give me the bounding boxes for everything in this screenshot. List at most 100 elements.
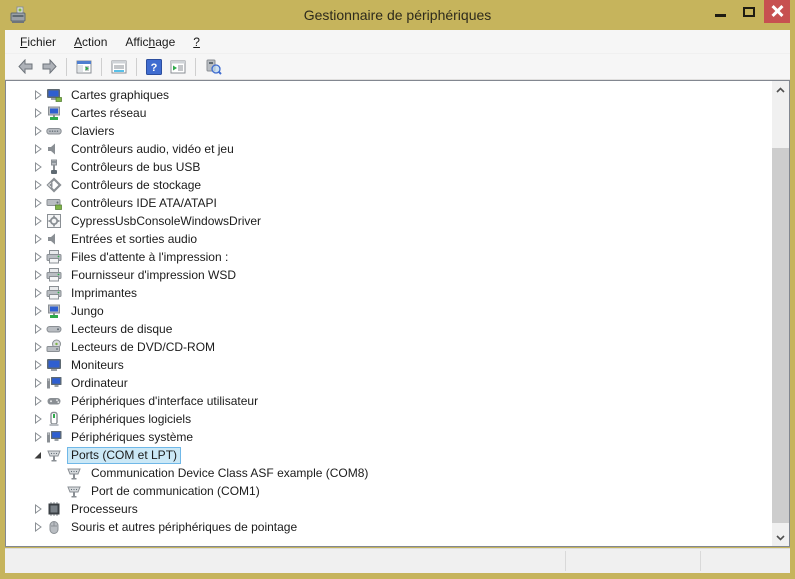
tree-item-label: Ports (COM et LPT) — [67, 447, 181, 464]
scrollbar-thumb[interactable] — [772, 148, 789, 523]
expander-icon[interactable] — [30, 447, 46, 463]
back-button[interactable] — [13, 56, 37, 78]
tree-item-cypressusbconsolewindowsdriver[interactable]: CypressUsbConsoleWindowsDriver — [6, 212, 772, 230]
toolbar-separator — [195, 58, 196, 76]
display-adapter-icon — [46, 87, 62, 103]
tree-item-controleurs-audio-video-et-jeu[interactable]: Contrôleurs audio, vidéo et jeu — [6, 140, 772, 158]
expander-icon[interactable] — [30, 501, 46, 517]
tree-item-peripheriques-systeme[interactable]: Périphériques système — [6, 428, 772, 446]
processor-icon — [46, 501, 62, 517]
tree-item-processeurs[interactable]: Processeurs — [6, 500, 772, 518]
serial-port-icon — [66, 483, 82, 499]
menu-item-affichage[interactable]: Affichage — [116, 32, 184, 52]
tree-item-label: Cartes graphiques — [67, 87, 173, 104]
expander-icon[interactable] — [30, 285, 46, 301]
vertical-scrollbar[interactable] — [772, 81, 789, 546]
window-title: Gestionnaire de périphériques — [0, 0, 795, 30]
expander-icon[interactable] — [30, 231, 46, 247]
tree-item-port-de-communication-com1[interactable]: Port de communication (COM1) — [6, 482, 772, 500]
arrow-left-icon — [17, 59, 34, 74]
menu-item-fichier[interactable]: Fichier — [11, 32, 65, 52]
tree-item-label: Périphériques système — [67, 429, 197, 446]
forward-button[interactable] — [37, 56, 61, 78]
close-icon — [771, 5, 783, 17]
expander-icon[interactable] — [30, 159, 46, 175]
minimize-button[interactable] — [706, 0, 735, 23]
tree-item-lecteurs-de-dvd-cd-rom[interactable]: Lecteurs de DVD/CD-ROM — [6, 338, 772, 356]
console-tree-icon — [76, 59, 92, 75]
expander-icon[interactable] — [30, 141, 46, 157]
expander-icon[interactable] — [30, 87, 46, 103]
expander-icon[interactable] — [30, 339, 46, 355]
tree-item-label: Port de communication (COM1) — [87, 483, 264, 500]
properties-button[interactable] — [107, 56, 131, 78]
tree-item-label: CypressUsbConsoleWindowsDriver — [67, 213, 265, 230]
tree-item-label: Contrôleurs de stockage — [67, 177, 205, 194]
toolbar-separator — [66, 58, 67, 76]
tree-item-cartes-reseau[interactable]: Cartes réseau — [6, 104, 772, 122]
expander-icon[interactable] — [30, 375, 46, 391]
tree-item-fournisseur-d-impression-wsd[interactable]: Fournisseur d'impression WSD — [6, 266, 772, 284]
expander-icon[interactable] — [30, 249, 46, 265]
hid-icon — [46, 393, 62, 409]
expander-icon[interactable] — [30, 357, 46, 373]
printer-icon — [46, 249, 62, 265]
tree-item-cartes-graphiques[interactable]: Cartes graphiques — [6, 86, 772, 104]
tree-item-label: Moniteurs — [67, 357, 128, 374]
expander-icon[interactable] — [30, 123, 46, 139]
tree-item-ordinateur[interactable]: Ordinateur — [6, 374, 772, 392]
expander-icon[interactable] — [30, 321, 46, 337]
help-button[interactable]: ? — [142, 56, 166, 78]
expander-icon[interactable] — [30, 429, 46, 445]
serial-port-icon — [66, 465, 82, 481]
tree-item-files-d-attente-a-l-impression[interactable]: Files d'attente à l'impression : — [6, 248, 772, 266]
tree-item-communication-device-class-asf-example-com8[interactable]: Communication Device Class ASF example (… — [6, 464, 772, 482]
tree-item-label: Cartes réseau — [67, 105, 150, 122]
tree-item-claviers[interactable]: Claviers — [6, 122, 772, 140]
storage-controller-icon — [46, 177, 62, 193]
tree-item-label: Contrôleurs audio, vidéo et jeu — [67, 141, 238, 158]
scroll-down-icon[interactable] — [772, 529, 789, 546]
statusbar-separator — [565, 551, 566, 571]
tree-item-ports-com-et-lpt[interactable]: Ports (COM et LPT) — [6, 446, 772, 464]
menu-item-help[interactable]: ? — [184, 32, 209, 52]
tree-item-label: Jungo — [67, 303, 108, 320]
maximize-icon — [743, 7, 755, 17]
mouse-icon — [46, 519, 62, 535]
scan-hardware-changes-button[interactable] — [201, 56, 225, 78]
tree-item-label: Souris et autres périphériques de pointa… — [67, 519, 301, 536]
tree-item-controleurs-de-bus-usb[interactable]: Contrôleurs de bus USB — [6, 158, 772, 176]
expander-icon[interactable] — [30, 105, 46, 121]
tree-item-souris-et-autres-peripheriques-de-pointage[interactable]: Souris et autres périphériques de pointa… — [6, 518, 772, 536]
tree-item-peripheriques-logiciels[interactable]: Périphériques logiciels — [6, 410, 772, 428]
maximize-button[interactable] — [735, 0, 764, 23]
expander-icon[interactable] — [30, 519, 46, 535]
tree-item-moniteurs[interactable]: Moniteurs — [6, 356, 772, 374]
menu-item-action[interactable]: Action — [65, 32, 116, 52]
tree-item-label: Files d'attente à l'impression : — [67, 249, 232, 266]
expander-icon[interactable] — [30, 303, 46, 319]
expander-icon[interactable] — [30, 267, 46, 283]
tree-item-peripheriques-d-interface-utilisateur[interactable]: Périphériques d'interface utilisateur — [6, 392, 772, 410]
tree-item-controleurs-de-stockage[interactable]: Contrôleurs de stockage — [6, 176, 772, 194]
expander-icon[interactable] — [30, 213, 46, 229]
titlebar: Gestionnaire de périphériques — [0, 0, 795, 30]
expander-placeholder — [50, 465, 66, 481]
device-list-button[interactable] — [166, 56, 190, 78]
expander-icon[interactable] — [30, 393, 46, 409]
tree-item-imprimantes[interactable]: Imprimantes — [6, 284, 772, 302]
tree-item-controleurs-ide-ata-atapi[interactable]: Contrôleurs IDE ATA/ATAPI — [6, 194, 772, 212]
expander-icon[interactable] — [30, 177, 46, 193]
expander-icon[interactable] — [30, 195, 46, 211]
tree-item-entrees-et-sorties-audio[interactable]: Entrées et sorties audio — [6, 230, 772, 248]
show-console-tree-button[interactable] — [72, 56, 96, 78]
tree-item-label: Claviers — [67, 123, 118, 140]
tree-item-lecteurs-de-disque[interactable]: Lecteurs de disque — [6, 320, 772, 338]
monitor-icon — [46, 357, 62, 373]
tree-item-jungo[interactable]: Jungo — [6, 302, 772, 320]
scroll-up-icon[interactable] — [772, 81, 789, 98]
expander-icon[interactable] — [30, 411, 46, 427]
close-button[interactable] — [764, 0, 790, 23]
minimize-icon — [715, 14, 726, 17]
printer-icon — [46, 267, 62, 283]
